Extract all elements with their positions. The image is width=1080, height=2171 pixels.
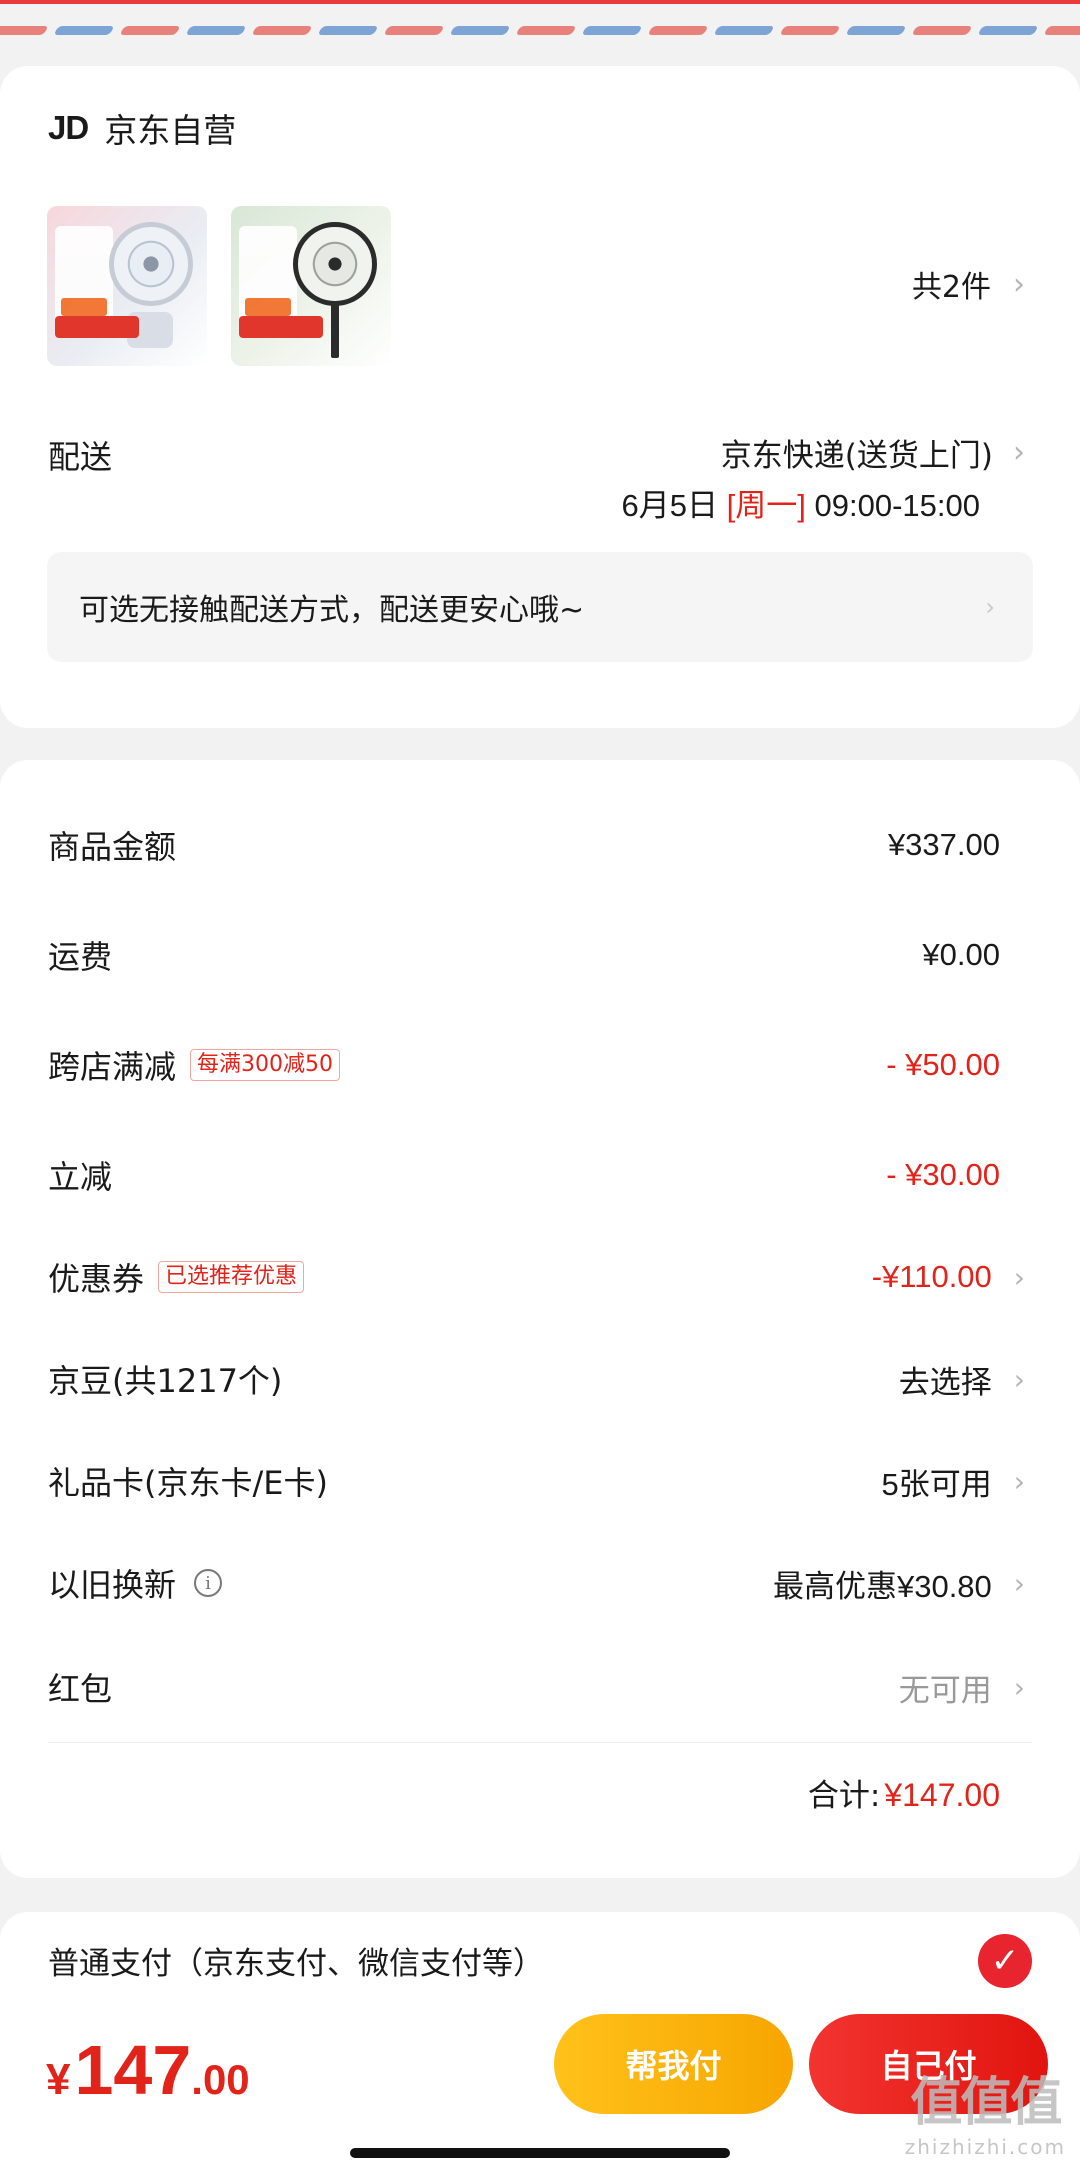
- watermark: 值值值 zhizhizhi.com: [905, 2060, 1066, 2159]
- delivery-time-window: 09:00-15:00: [814, 488, 980, 523]
- contactless-text: 可选无接触配送方式，配送更安心哦~: [79, 593, 585, 628]
- jd-logo: JD: [48, 109, 89, 146]
- cross-store-discount-row: 跨店满减 每满300减50 - ¥50.00: [48, 1042, 1025, 1088]
- chevron-right-icon: ›: [1013, 1260, 1025, 1294]
- airmail-stripe: [515, 26, 577, 35]
- product-thumbnail-1[interactable]: [47, 206, 207, 366]
- airmail-stripe: [911, 26, 973, 35]
- gift-card-row[interactable]: 礼品卡(京东卡/E卡) 5张可用 ›: [48, 1458, 1025, 1504]
- trade-in-label: 以旧换新: [48, 1566, 177, 1604]
- gift-card-value: 5张可用: [881, 1466, 992, 1502]
- chevron-right-icon: ›: [1013, 1362, 1025, 1396]
- trade-in-value: 最高优惠¥30.80: [772, 1568, 992, 1604]
- shop-name: 京东自营: [104, 111, 237, 150]
- coupon-row[interactable]: 优惠券 已选推荐优惠 -¥110.00 ›: [48, 1254, 1025, 1300]
- gift-card-label: 礼品卡(京东卡/E卡): [48, 1464, 328, 1502]
- divider: [48, 1742, 1032, 1743]
- item-count: 共2件: [911, 270, 991, 305]
- top-accent-line: [0, 0, 1080, 4]
- airmail-stripe: [713, 26, 775, 35]
- delivery-date: 6月5日: [621, 488, 719, 523]
- airmail-stripe: [185, 26, 247, 35]
- chevron-right-icon: ›: [1013, 1566, 1025, 1600]
- delivery-weekday: [周一]: [726, 488, 806, 523]
- airmail-stripe: [1043, 26, 1080, 35]
- airmail-stripe: [119, 26, 181, 35]
- chevron-right-icon: ›: [1013, 266, 1025, 302]
- chevron-right-icon: ›: [1013, 435, 1025, 470]
- subtotal-value: ¥337.00: [887, 827, 1000, 862]
- pay-amount-integer: 147: [74, 2031, 192, 2109]
- product-thumbnail-2[interactable]: [231, 206, 391, 366]
- home-indicator[interactable]: [350, 2148, 730, 2158]
- airmail-stripe: [251, 26, 313, 35]
- airmail-stripe: [317, 26, 379, 35]
- payment-method-label: 普通支付（京东支付、微信支付等）: [48, 1946, 544, 1982]
- info-icon[interactable]: i: [194, 1569, 223, 1597]
- airmail-stripe: [845, 26, 907, 35]
- shipping-label: 运费: [48, 938, 113, 976]
- total-label: 合计:: [807, 1778, 881, 1814]
- jd-beans-label: 京豆(共1217个): [48, 1362, 283, 1400]
- jd-beans-row[interactable]: 京豆(共1217个) 去选择 ›: [48, 1356, 1025, 1402]
- fan-icon: [109, 222, 193, 306]
- cross-store-value: - ¥50.00: [886, 1047, 1000, 1082]
- amount-card: 商品金额 ¥337.00 运费 ¥0.00 跨店满减 每满300减50 - ¥5…: [0, 760, 1080, 1878]
- delivery-method-selector[interactable]: 京东快递(送货上门) ›: [721, 430, 1025, 475]
- red-packet-label: 红包: [48, 1670, 113, 1708]
- watermark-logo: 值值值: [910, 2073, 1062, 2133]
- delivery-time[interactable]: 6月5日 [周一] 09:00-15:00: [622, 480, 980, 525]
- airmail-stripe: [647, 26, 709, 35]
- cross-store-label: 跨店满减: [48, 1048, 177, 1086]
- bottom-bar: ¥ 147 .00 帮我付 自己付 值值值 zhizhizhi.com: [0, 1998, 1080, 2171]
- pay-currency: ¥: [46, 2055, 71, 2104]
- shipping-row: 运费 ¥0.00: [48, 932, 1025, 978]
- shipping-value: ¥0.00: [922, 937, 1000, 972]
- chevron-right-icon: ›: [1013, 1464, 1025, 1498]
- shop-header: JD 京东自营: [48, 104, 236, 152]
- trade-in-row[interactable]: 以旧换新 i 最高优惠¥30.80 ›: [48, 1560, 1025, 1606]
- subtotal-label: 商品金额: [48, 828, 177, 866]
- airmail-stripe: [581, 26, 643, 35]
- airmail-stripe: [977, 26, 1039, 35]
- red-packet-row[interactable]: 红包 无可用 ›: [48, 1664, 1025, 1710]
- cross-store-badge: 每满300减50: [190, 1049, 341, 1081]
- airmail-stripe: [383, 26, 445, 35]
- item-count-link[interactable]: 共2件 ›: [912, 262, 1025, 306]
- total-value: ¥147.00: [884, 1777, 1000, 1813]
- shop-card: JD 京东自营 共2件 › 配送 京东快递(送货上门) › 6月5日 [周一] …: [0, 66, 1080, 728]
- airmail-border: [0, 0, 1080, 36]
- chevron-right-icon: ›: [1013, 1670, 1025, 1704]
- coupon-label: 优惠券: [48, 1260, 145, 1298]
- airmail-stripe: [0, 26, 49, 35]
- instant-discount-label: 立减: [48, 1158, 113, 1196]
- check-icon[interactable]: ✓: [978, 1934, 1032, 1988]
- fan-icon: [293, 222, 377, 306]
- airmail-stripe: [779, 26, 841, 35]
- delivery-method: 京东快递(送货上门): [720, 438, 993, 474]
- watermark-url: zhizhizhi.com: [904, 2135, 1066, 2159]
- delivery-label: 配送: [48, 438, 113, 476]
- instant-discount-value: - ¥30.00: [886, 1157, 1000, 1192]
- subtotal-row: 商品金额 ¥337.00: [48, 822, 1025, 868]
- contactless-delivery-option[interactable]: 可选无接触配送方式，配送更安心哦~ ›: [47, 552, 1033, 662]
- coupon-value: -¥110.00: [871, 1259, 992, 1294]
- pay-amount: ¥ 147 .00: [46, 2030, 250, 2110]
- coupon-badge: 已选推荐优惠: [158, 1261, 305, 1293]
- airmail-stripe: [53, 26, 115, 35]
- chevron-right-icon: ›: [985, 593, 995, 621]
- jd-beans-value: 去选择: [898, 1364, 992, 1400]
- pay-amount-decimal: .00: [191, 2056, 250, 2103]
- total-row: 合计: ¥147.00: [808, 1770, 1000, 1815]
- red-packet-value: 无可用: [898, 1672, 992, 1708]
- airmail-stripe: [449, 26, 511, 35]
- help-me-pay-button[interactable]: 帮我付: [554, 2014, 793, 2114]
- instant-discount-row: 立减 - ¥30.00: [48, 1152, 1025, 1198]
